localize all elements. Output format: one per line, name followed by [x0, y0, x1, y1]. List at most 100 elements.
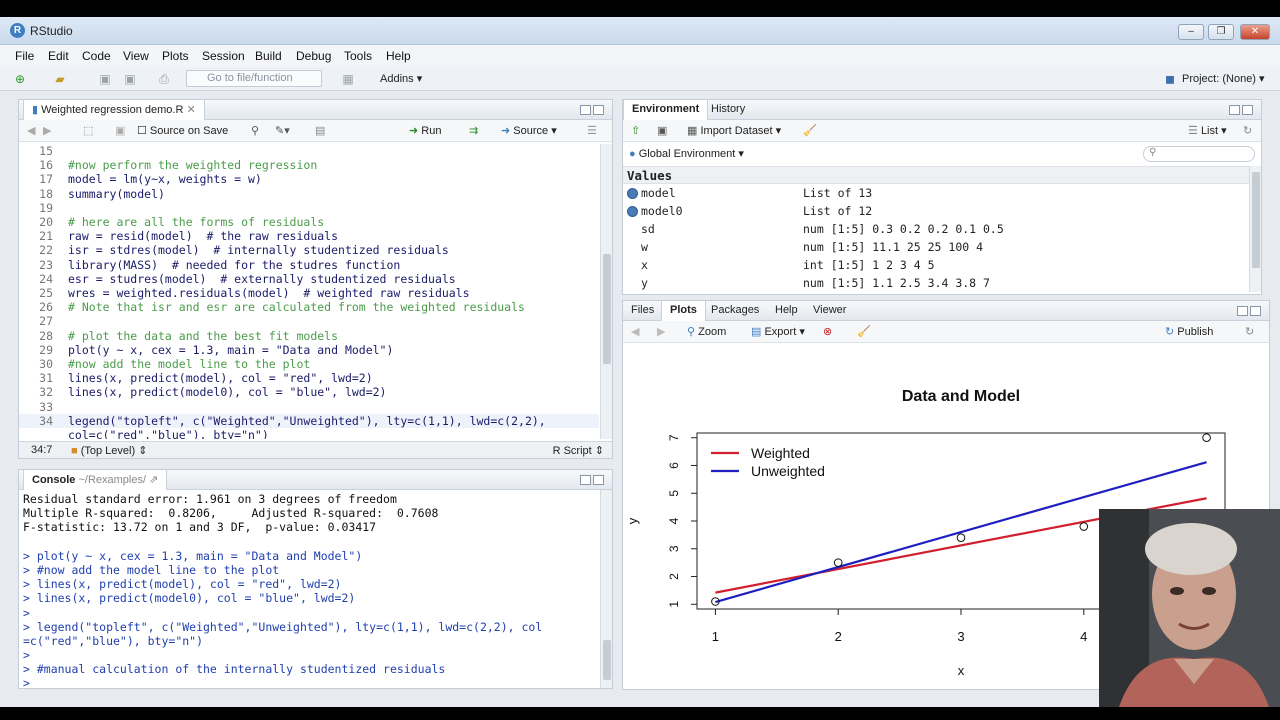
editor-minmax[interactable] — [578, 104, 606, 116]
menu-debug[interactable]: Debug — [296, 49, 331, 63]
goto-file-input[interactable]: Go to file/function — [186, 70, 322, 87]
tab-packages[interactable]: Packages — [703, 301, 767, 321]
load-workspace-icon[interactable]: ⇧ — [631, 124, 640, 137]
refresh-plot-icon[interactable]: ↻ — [1245, 325, 1254, 338]
save-all-icon[interactable]: ▣ — [122, 71, 138, 87]
tab-files[interactable]: Files — [623, 301, 662, 321]
env-row-model0[interactable]: model0 List of 12 — [623, 204, 1249, 222]
back-icon[interactable]: ◀ — [27, 124, 35, 137]
clear-plots-icon[interactable]: 🧹 — [857, 325, 871, 338]
code-line[interactable]: 21 raw = resid(model) # the raw residuals — [19, 229, 599, 243]
save-icon[interactable]: ▣ — [97, 71, 113, 87]
editor-scroll-thumb[interactable] — [603, 254, 611, 364]
code-line[interactable]: 24 esr = studres(model) # externally stud… — [19, 272, 599, 286]
env-row-w[interactable]: w num [1:5] 11.1 25 25 100 4 — [623, 240, 1249, 258]
tab-environment[interactable]: Environment — [623, 100, 709, 120]
menu-code[interactable]: Code — [82, 49, 111, 63]
code-line[interactable]: 26 # Note that isr and esr are calculated… — [19, 300, 599, 314]
remove-plot-icon[interactable]: ⊗ — [823, 325, 832, 338]
source-on-save-checkbox[interactable]: ☐ Source on Save — [137, 124, 228, 137]
expand-icon[interactable] — [627, 188, 638, 199]
prev-plot-icon[interactable]: ◀ — [631, 325, 639, 338]
env-row-sd[interactable]: sd num [1:5] 0.3 0.2 0.2 0.1 0.5 — [623, 222, 1249, 240]
menu-file[interactable]: File — [15, 49, 34, 63]
tab-history[interactable]: History — [703, 100, 753, 120]
rerun-icon[interactable]: ⇉ — [469, 124, 478, 137]
outline-icon[interactable]: ☰ — [587, 124, 597, 137]
close-tab-icon[interactable]: ✕ — [186, 104, 195, 116]
source-button[interactable]: ➜ Source ▾ — [501, 124, 557, 137]
env-minmax[interactable] — [1227, 104, 1255, 116]
open-folder-icon[interactable]: ▰ — [52, 71, 68, 87]
console-output[interactable]: Residual standard error: 1.961 on 3 degr… — [23, 492, 598, 687]
editor-tab[interactable]: ▮ Weighted regression demo.R ✕ — [23, 100, 205, 120]
find-icon[interactable]: ⚲ — [251, 124, 259, 137]
zoom-button[interactable]: ⚲ Zoom — [687, 325, 726, 338]
editor-scrollbar[interactable] — [600, 144, 612, 439]
code-line[interactable]: col=c("red","blue"), bty="n") — [19, 428, 599, 439]
env-search-input[interactable]: ⚲ — [1143, 146, 1255, 162]
code-line[interactable]: 25 wres = weighted.residuals(model) # wei… — [19, 286, 599, 300]
show-in-window-icon[interactable]: ⬚ — [83, 124, 93, 137]
menu-help[interactable]: Help — [386, 49, 411, 63]
menu-build[interactable]: Build — [255, 49, 282, 63]
save-file-icon[interactable]: ▣ — [115, 124, 125, 137]
code-line[interactable]: 28 # plot the data and the best fit model… — [19, 329, 599, 343]
tab-help[interactable]: Help — [767, 301, 806, 321]
console-minmax[interactable] — [578, 474, 606, 486]
code-line[interactable]: 17 model = lm(y~x, weights = w) — [19, 172, 599, 186]
project-menu[interactable]: Project: (None) ▾ — [1182, 72, 1265, 85]
tab-viewer[interactable]: Viewer — [805, 301, 854, 321]
scope-dropdown[interactable]: ● Global Environment ▾ — [629, 147, 744, 160]
publish-button[interactable]: ↻ Publish — [1165, 325, 1213, 338]
run-button[interactable]: ➜ Run — [409, 124, 441, 137]
maximize-button[interactable]: ❐ — [1208, 24, 1234, 40]
minimize-button[interactable]: – — [1178, 24, 1204, 40]
plots-minmax[interactable] — [1235, 305, 1263, 317]
filetype-selector[interactable]: R Script ⇕ — [553, 444, 604, 457]
refresh-env-icon[interactable]: ↻ — [1243, 124, 1252, 137]
view-mode-menu[interactable]: ☰ List ▾ — [1188, 124, 1227, 137]
tab-plots[interactable]: Plots — [661, 301, 706, 321]
env-row-y[interactable]: y num [1:5] 1.1 2.5 3.4 3.8 7 — [623, 276, 1249, 292]
import-dataset-menu[interactable]: ▦ Import Dataset ▾ — [687, 124, 781, 137]
menu-plots[interactable]: Plots — [162, 49, 189, 63]
env-row-model[interactable]: model List of 13 — [623, 186, 1249, 204]
code-line[interactable]: 33 — [19, 400, 599, 414]
compile-icon[interactable]: ▤ — [315, 124, 325, 137]
print-icon[interactable]: ⎙ — [156, 71, 172, 87]
code-line[interactable]: 32 lines(x, predict(model0), col = "blue"… — [19, 385, 599, 399]
scope-selector[interactable]: ■ (Top Level) ⇕ — [71, 444, 147, 457]
code-line[interactable]: 16 #now perform the weighted regression — [19, 158, 599, 172]
env-row-x[interactable]: x int [1:5] 1 2 3 4 5 — [623, 258, 1249, 276]
code-line[interactable]: 19 — [19, 201, 599, 215]
code-line[interactable]: 27 — [19, 314, 599, 328]
code-line[interactable]: 23 library(MASS) # needed for the studres… — [19, 258, 599, 272]
code-line[interactable]: 15 — [19, 144, 599, 158]
save-workspace-icon[interactable]: ▣ — [657, 124, 667, 137]
code-editor[interactable]: 15 16 #now perform the weighted regression… — [19, 144, 599, 439]
console-scrollbar[interactable] — [600, 490, 612, 688]
code-line[interactable]: 31 lines(x, predict(model), col = "red", … — [19, 371, 599, 385]
goto-directory-icon[interactable]: ⇗ — [149, 474, 158, 486]
console-scroll-thumb[interactable] — [603, 640, 611, 680]
broom-icon[interactable]: 🧹 — [803, 124, 817, 137]
forward-icon[interactable]: ▶ — [43, 124, 51, 137]
grid-icon[interactable]: ▦ — [340, 71, 356, 87]
env-scrollbar[interactable] — [1249, 166, 1261, 292]
code-line[interactable]: 18 summary(model) — [19, 187, 599, 201]
menu-view[interactable]: View — [123, 49, 149, 63]
new-file-icon[interactable]: ⊕ — [12, 71, 28, 87]
next-plot-icon[interactable]: ▶ — [657, 325, 665, 338]
code-line[interactable]: 22 isr = stdres(model) # internally stude… — [19, 243, 599, 257]
code-tools-icon[interactable]: ✎▾ — [275, 124, 290, 137]
addins-menu[interactable]: Addins ▾ — [380, 72, 422, 85]
export-menu[interactable]: ▤ Export ▾ — [751, 325, 805, 338]
code-line[interactable]: 20 # here are all the forms of residuals — [19, 215, 599, 229]
code-line[interactable]: 30 #now add the model line to the plot — [19, 357, 599, 371]
close-window-button[interactable]: ✕ — [1240, 24, 1270, 40]
code-line[interactable]: 29 plot(y ~ x, cex = 1.3, main = "Data an… — [19, 343, 599, 357]
console-tab[interactable]: Console ~/Rexamples/ ⇗ — [23, 470, 168, 490]
expand-icon[interactable] — [627, 206, 638, 217]
menu-tools[interactable]: Tools — [344, 49, 372, 63]
